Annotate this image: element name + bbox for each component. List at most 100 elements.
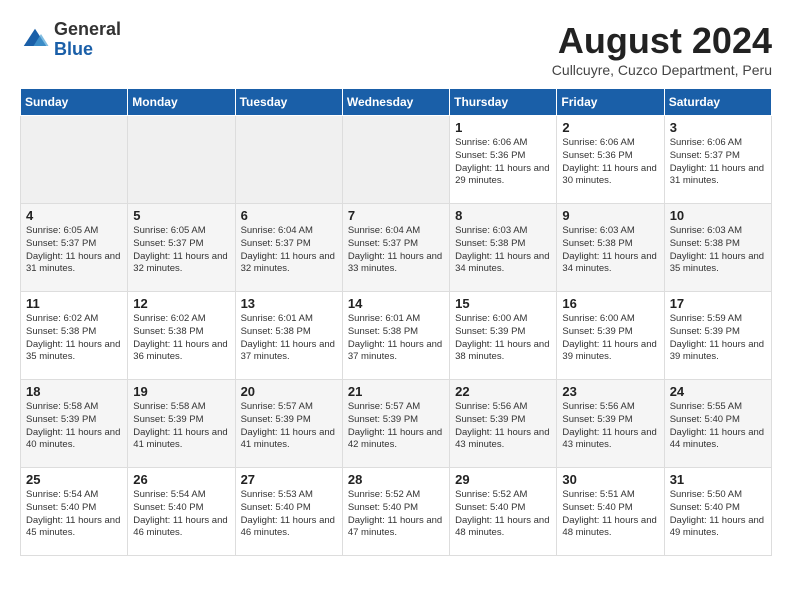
day-number: 9: [562, 208, 658, 223]
calendar-cell: 2 Sunrise: 6:06 AMSunset: 5:36 PMDayligh…: [557, 116, 664, 204]
day-number: 16: [562, 296, 658, 311]
calendar-week-row: 25 Sunrise: 5:54 AMSunset: 5:40 PMDaylig…: [21, 468, 772, 556]
calendar-cell: 10 Sunrise: 6:03 AMSunset: 5:38 PMDaylig…: [664, 204, 771, 292]
calendar-cell: [21, 116, 128, 204]
day-number: 27: [241, 472, 337, 487]
calendar-cell: 15 Sunrise: 6:00 AMSunset: 5:39 PMDaylig…: [450, 292, 557, 380]
calendar-cell: 24 Sunrise: 5:55 AMSunset: 5:40 PMDaylig…: [664, 380, 771, 468]
day-number: 30: [562, 472, 658, 487]
day-info: Sunrise: 6:04 AMSunset: 5:37 PMDaylight:…: [348, 225, 442, 274]
calendar-cell: 28 Sunrise: 5:52 AMSunset: 5:40 PMDaylig…: [342, 468, 449, 556]
day-info: Sunrise: 5:54 AMSunset: 5:40 PMDaylight:…: [133, 489, 227, 538]
day-number: 3: [670, 120, 766, 135]
calendar-cell: 19 Sunrise: 5:58 AMSunset: 5:39 PMDaylig…: [128, 380, 235, 468]
day-number: 11: [26, 296, 122, 311]
day-info: Sunrise: 5:58 AMSunset: 5:39 PMDaylight:…: [133, 401, 227, 450]
day-info: Sunrise: 5:56 AMSunset: 5:39 PMDaylight:…: [455, 401, 549, 450]
day-info: Sunrise: 5:58 AMSunset: 5:39 PMDaylight:…: [26, 401, 120, 450]
day-info: Sunrise: 6:03 AMSunset: 5:38 PMDaylight:…: [670, 225, 764, 274]
day-number: 31: [670, 472, 766, 487]
calendar-cell: 6 Sunrise: 6:04 AMSunset: 5:37 PMDayligh…: [235, 204, 342, 292]
calendar-cell: 18 Sunrise: 5:58 AMSunset: 5:39 PMDaylig…: [21, 380, 128, 468]
calendar-cell: 26 Sunrise: 5:54 AMSunset: 5:40 PMDaylig…: [128, 468, 235, 556]
calendar-cell: [235, 116, 342, 204]
calendar-cell: 13 Sunrise: 6:01 AMSunset: 5:38 PMDaylig…: [235, 292, 342, 380]
calendar-cell: 21 Sunrise: 5:57 AMSunset: 5:39 PMDaylig…: [342, 380, 449, 468]
calendar-cell: 29 Sunrise: 5:52 AMSunset: 5:40 PMDaylig…: [450, 468, 557, 556]
day-number: 8: [455, 208, 551, 223]
calendar-week-row: 4 Sunrise: 6:05 AMSunset: 5:37 PMDayligh…: [21, 204, 772, 292]
calendar-cell: 8 Sunrise: 6:03 AMSunset: 5:38 PMDayligh…: [450, 204, 557, 292]
title-block: August 2024 Cullcuyre, Cuzco Department,…: [552, 20, 772, 78]
calendar-cell: 20 Sunrise: 5:57 AMSunset: 5:39 PMDaylig…: [235, 380, 342, 468]
day-info: Sunrise: 6:00 AMSunset: 5:39 PMDaylight:…: [455, 313, 549, 362]
calendar-cell: 22 Sunrise: 5:56 AMSunset: 5:39 PMDaylig…: [450, 380, 557, 468]
logo: General Blue: [20, 20, 121, 60]
page-header: General Blue August 2024 Cullcuyre, Cuzc…: [20, 20, 772, 78]
calendar-cell: 7 Sunrise: 6:04 AMSunset: 5:37 PMDayligh…: [342, 204, 449, 292]
day-info: Sunrise: 5:54 AMSunset: 5:40 PMDaylight:…: [26, 489, 120, 538]
calendar-cell: 14 Sunrise: 6:01 AMSunset: 5:38 PMDaylig…: [342, 292, 449, 380]
calendar-cell: 23 Sunrise: 5:56 AMSunset: 5:39 PMDaylig…: [557, 380, 664, 468]
day-number: 26: [133, 472, 229, 487]
calendar-cell: [342, 116, 449, 204]
day-info: Sunrise: 6:03 AMSunset: 5:38 PMDaylight:…: [562, 225, 656, 274]
calendar-week-row: 18 Sunrise: 5:58 AMSunset: 5:39 PMDaylig…: [21, 380, 772, 468]
weekday-header-row: SundayMondayTuesdayWednesdayThursdayFrid…: [21, 89, 772, 116]
logo-general: General: [54, 20, 121, 40]
logo-icon: [20, 25, 50, 55]
logo-text: General Blue: [54, 20, 121, 60]
day-info: Sunrise: 5:57 AMSunset: 5:39 PMDaylight:…: [241, 401, 335, 450]
day-info: Sunrise: 6:04 AMSunset: 5:37 PMDaylight:…: [241, 225, 335, 274]
day-number: 4: [26, 208, 122, 223]
day-number: 7: [348, 208, 444, 223]
day-number: 17: [670, 296, 766, 311]
day-number: 22: [455, 384, 551, 399]
day-number: 25: [26, 472, 122, 487]
day-info: Sunrise: 5:57 AMSunset: 5:39 PMDaylight:…: [348, 401, 442, 450]
calendar-cell: 30 Sunrise: 5:51 AMSunset: 5:40 PMDaylig…: [557, 468, 664, 556]
day-info: Sunrise: 5:59 AMSunset: 5:39 PMDaylight:…: [670, 313, 764, 362]
calendar-week-row: 1 Sunrise: 6:06 AMSunset: 5:36 PMDayligh…: [21, 116, 772, 204]
weekday-header: Wednesday: [342, 89, 449, 116]
weekday-header: Sunday: [21, 89, 128, 116]
day-number: 14: [348, 296, 444, 311]
day-info: Sunrise: 6:05 AMSunset: 5:37 PMDaylight:…: [26, 225, 120, 274]
calendar-cell: 4 Sunrise: 6:05 AMSunset: 5:37 PMDayligh…: [21, 204, 128, 292]
calendar-cell: 31 Sunrise: 5:50 AMSunset: 5:40 PMDaylig…: [664, 468, 771, 556]
calendar-cell: 16 Sunrise: 6:00 AMSunset: 5:39 PMDaylig…: [557, 292, 664, 380]
day-info: Sunrise: 6:06 AMSunset: 5:37 PMDaylight:…: [670, 137, 764, 186]
day-info: Sunrise: 6:01 AMSunset: 5:38 PMDaylight:…: [241, 313, 335, 362]
month-year: August 2024: [552, 20, 772, 62]
calendar-cell: [128, 116, 235, 204]
calendar-cell: 1 Sunrise: 6:06 AMSunset: 5:36 PMDayligh…: [450, 116, 557, 204]
day-number: 15: [455, 296, 551, 311]
calendar-cell: 27 Sunrise: 5:53 AMSunset: 5:40 PMDaylig…: [235, 468, 342, 556]
location: Cullcuyre, Cuzco Department, Peru: [552, 62, 772, 78]
weekday-header: Monday: [128, 89, 235, 116]
day-number: 28: [348, 472, 444, 487]
day-number: 10: [670, 208, 766, 223]
weekday-header: Friday: [557, 89, 664, 116]
day-number: 13: [241, 296, 337, 311]
day-info: Sunrise: 5:51 AMSunset: 5:40 PMDaylight:…: [562, 489, 656, 538]
logo-blue: Blue: [54, 40, 121, 60]
day-info: Sunrise: 6:02 AMSunset: 5:38 PMDaylight:…: [26, 313, 120, 362]
day-info: Sunrise: 6:02 AMSunset: 5:38 PMDaylight:…: [133, 313, 227, 362]
day-number: 24: [670, 384, 766, 399]
day-info: Sunrise: 6:03 AMSunset: 5:38 PMDaylight:…: [455, 225, 549, 274]
day-number: 1: [455, 120, 551, 135]
day-number: 6: [241, 208, 337, 223]
day-info: Sunrise: 6:00 AMSunset: 5:39 PMDaylight:…: [562, 313, 656, 362]
calendar-cell: 11 Sunrise: 6:02 AMSunset: 5:38 PMDaylig…: [21, 292, 128, 380]
day-number: 18: [26, 384, 122, 399]
day-number: 19: [133, 384, 229, 399]
day-number: 21: [348, 384, 444, 399]
calendar-table: SundayMondayTuesdayWednesdayThursdayFrid…: [20, 88, 772, 556]
day-number: 20: [241, 384, 337, 399]
day-number: 12: [133, 296, 229, 311]
day-number: 2: [562, 120, 658, 135]
day-info: Sunrise: 5:50 AMSunset: 5:40 PMDaylight:…: [670, 489, 764, 538]
day-info: Sunrise: 6:06 AMSunset: 5:36 PMDaylight:…: [455, 137, 549, 186]
day-info: Sunrise: 5:56 AMSunset: 5:39 PMDaylight:…: [562, 401, 656, 450]
